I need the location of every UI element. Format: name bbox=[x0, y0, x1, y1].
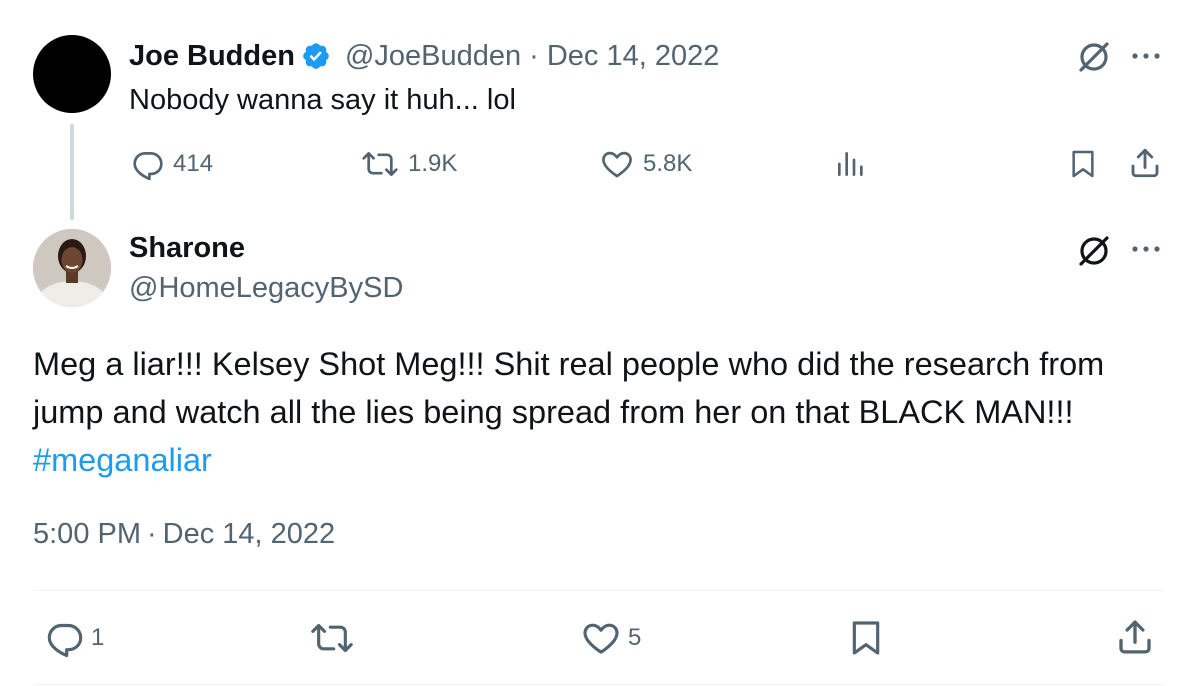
tweet-time: 5:00 PM bbox=[33, 518, 141, 550]
like-icon bbox=[599, 147, 635, 181]
more-icon[interactable] bbox=[1128, 239, 1164, 259]
share-button[interactable] bbox=[1127, 145, 1163, 181]
author-name[interactable]: Joe Budden bbox=[129, 40, 295, 73]
separator-dot: · bbox=[147, 518, 157, 550]
tweet-date: Dec 14, 2022 bbox=[162, 518, 336, 550]
reply-button[interactable]: 414 bbox=[131, 147, 213, 181]
tweet-date[interactable]: Dec 14, 2022 bbox=[547, 40, 720, 73]
tweet-text: Nobody wanna say it huh... lol bbox=[129, 84, 516, 116]
bookmark-icon bbox=[846, 618, 886, 658]
avatar[interactable] bbox=[33, 35, 111, 113]
repost-button[interactable]: 1.9K bbox=[360, 147, 457, 181]
action-bar: 414 1.9K 5.8K bbox=[0, 145, 1198, 185]
reply-count: 1 bbox=[91, 624, 105, 651]
separator-dot: · bbox=[529, 39, 539, 72]
grok-icon[interactable] bbox=[1075, 38, 1113, 76]
like-button[interactable]: 5.8K bbox=[599, 147, 692, 181]
share-icon bbox=[1114, 616, 1156, 658]
reply-icon bbox=[45, 618, 85, 658]
tweet-text: Meg a liar!!! Kelsey Shot Meg!!! Shit re… bbox=[33, 340, 1143, 484]
reply-button[interactable]: 1 bbox=[45, 618, 104, 658]
grok-icon[interactable] bbox=[1075, 232, 1113, 270]
divider bbox=[33, 590, 1165, 591]
reply-count: 414 bbox=[173, 150, 214, 177]
author-handle[interactable]: @JoeBudden bbox=[345, 40, 521, 73]
author-name[interactable]: Sharone bbox=[129, 232, 245, 265]
share-button[interactable] bbox=[1114, 616, 1156, 658]
repost-icon bbox=[360, 147, 400, 181]
like-icon bbox=[580, 618, 622, 658]
repost-count: 1.9K bbox=[408, 150, 458, 177]
views-button[interactable] bbox=[834, 147, 866, 181]
divider bbox=[33, 684, 1165, 685]
verified-badge-icon[interactable] bbox=[301, 41, 331, 71]
tweet-body-text: Meg a liar!!! Kelsey Shot Meg!!! Shit re… bbox=[33, 346, 1105, 430]
repost-icon bbox=[308, 618, 356, 658]
more-icon[interactable] bbox=[1128, 46, 1164, 66]
like-count: 5.8K bbox=[643, 150, 693, 177]
hashtag-link[interactable]: #meganaliar bbox=[33, 442, 212, 478]
bookmark-icon bbox=[1067, 147, 1099, 181]
share-icon bbox=[1127, 145, 1163, 181]
like-button[interactable]: 5 bbox=[580, 618, 641, 658]
tweet-header: Joe Budden @JoeBudden · Dec 14, 2022 bbox=[129, 38, 719, 74]
views-icon bbox=[834, 147, 866, 181]
author-handle[interactable]: @HomeLegacyBySD bbox=[129, 272, 403, 305]
like-count: 5 bbox=[628, 624, 642, 651]
tweet-timestamp[interactable]: 5:00 PM · Dec 14, 2022 bbox=[33, 518, 335, 551]
parent-tweet[interactable]: Joe Budden @JoeBudden · Dec 14, 2022 Nob… bbox=[0, 0, 1198, 220]
reply-icon bbox=[131, 147, 165, 181]
bookmark-button[interactable] bbox=[1067, 147, 1099, 181]
repost-button[interactable] bbox=[308, 618, 356, 658]
bookmark-button[interactable] bbox=[846, 618, 886, 658]
avatar[interactable] bbox=[33, 229, 111, 307]
